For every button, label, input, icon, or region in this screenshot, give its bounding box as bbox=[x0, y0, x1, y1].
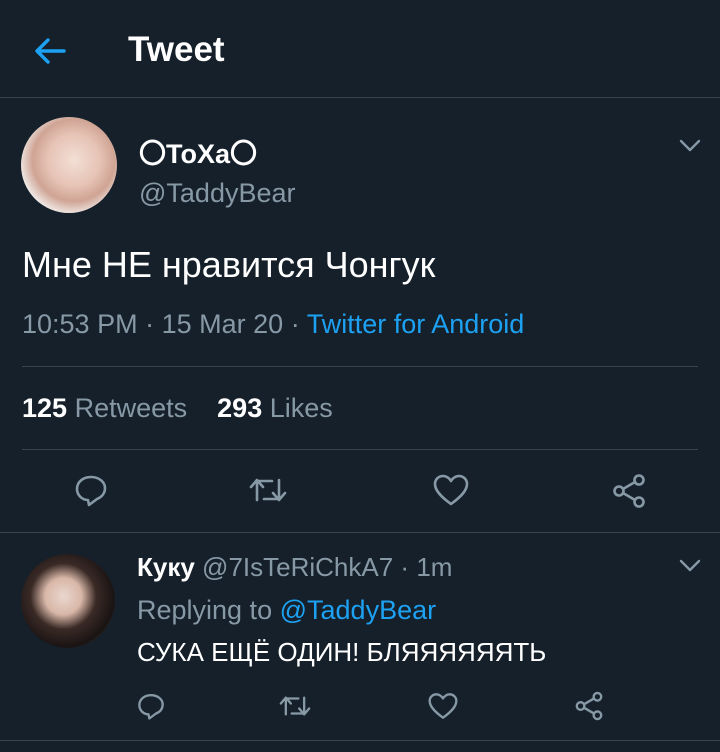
share-icon[interactable] bbox=[610, 472, 648, 510]
author-name[interactable]: 〇ToXa〇 bbox=[139, 132, 257, 171]
share-icon[interactable] bbox=[573, 690, 605, 722]
retweet-icon[interactable] bbox=[278, 691, 312, 721]
tweet-stats: 125 Retweets 293 Likes bbox=[22, 393, 333, 424]
avatar[interactable] bbox=[21, 117, 117, 213]
retweets-label: Retweets bbox=[74, 393, 188, 423]
retweets-stat[interactable]: 125 Retweets bbox=[22, 393, 187, 423]
likes-stat[interactable]: 293 Likes bbox=[217, 393, 333, 423]
reply-icon[interactable] bbox=[73, 472, 109, 508]
divider bbox=[22, 449, 698, 450]
reply-author-handle[interactable]: @7IsTeRiChkA7 bbox=[202, 552, 393, 582]
tweet-source-link[interactable]: Twitter for Android bbox=[307, 309, 525, 339]
chevron-down-icon[interactable] bbox=[678, 138, 702, 154]
likes-count: 293 bbox=[217, 393, 263, 423]
reply-header: Куку @7IsTeRiChkA7 · 1m bbox=[137, 552, 452, 583]
meta-separator: · bbox=[400, 552, 410, 582]
replying-to-label: Replying to bbox=[137, 595, 273, 625]
tweet-text: Мне НЕ нравится Чонгук bbox=[22, 244, 436, 285]
meta-separator: · bbox=[145, 309, 155, 339]
reply-author-name[interactable]: Куку bbox=[137, 552, 195, 582]
top-bar: Tweet bbox=[0, 0, 720, 98]
tweet-time: 10:53 PM bbox=[22, 309, 138, 339]
divider bbox=[22, 366, 698, 367]
likes-label: Likes bbox=[269, 393, 333, 423]
reply-time: 1m bbox=[416, 552, 453, 582]
author-handle[interactable]: @TaddyBear bbox=[139, 178, 296, 209]
back-arrow-icon[interactable] bbox=[30, 31, 70, 71]
page-title: Tweet bbox=[128, 30, 225, 69]
like-icon[interactable] bbox=[432, 472, 470, 508]
replying-to-link[interactable]: @TaddyBear bbox=[280, 595, 437, 625]
reply-avatar[interactable] bbox=[21, 554, 115, 648]
tweet-date: 15 Mar 20 bbox=[161, 309, 284, 339]
divider bbox=[0, 532, 720, 533]
like-icon[interactable] bbox=[427, 691, 459, 721]
chevron-down-icon[interactable] bbox=[678, 558, 702, 574]
retweet-icon[interactable] bbox=[248, 472, 288, 508]
retweets-count: 125 bbox=[22, 393, 68, 423]
reply-text: СУКА ЕЩЁ ОДИН! БЛЯЯЯЯЯЯТЬ bbox=[137, 637, 547, 667]
replying-to-line: Replying to @TaddyBear bbox=[137, 595, 436, 626]
meta-separator: · bbox=[290, 309, 300, 339]
tweet-meta: 10:53 PM · 15 Mar 20 · Twitter for Andro… bbox=[22, 309, 524, 340]
divider bbox=[0, 740, 720, 741]
reply-icon[interactable] bbox=[136, 691, 166, 721]
